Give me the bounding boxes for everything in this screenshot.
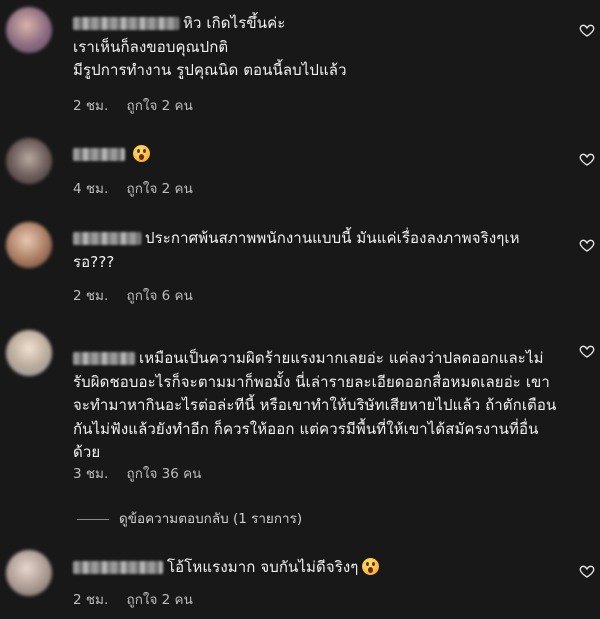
username-blurred[interactable] <box>73 352 135 365</box>
reply-divider <box>77 518 109 520</box>
username-blurred[interactable] <box>73 17 179 30</box>
like-count[interactable]: ถูกใจ 2 คน <box>127 98 193 114</box>
username-blurred[interactable] <box>73 148 125 161</box>
comment-text: โอ้โหแรงมาก จบกันไม่ดีจริงๆ <box>73 556 560 580</box>
comment-meta: 2 ชม. ถูกใจ 6 คน <box>73 284 207 306</box>
heart-outline-icon[interactable] <box>579 151 595 167</box>
like-count[interactable]: ถูกใจ 6 คน <box>127 288 193 304</box>
heart-outline-icon[interactable] <box>579 22 595 38</box>
shocked-face-emoji-icon <box>133 145 150 162</box>
like-count[interactable]: ถูกใจ 36 คน <box>127 466 202 482</box>
comment-time[interactable]: 3 ชม. <box>73 466 108 482</box>
comment-text <box>73 143 560 167</box>
comment-text: ประกาศพ้นสภาพพนักงานแบบนี้ มันแค่เรื่องล… <box>73 229 520 271</box>
comment-meta: 2 ชม. ถูกใจ 2 คน <box>73 588 207 610</box>
comment-meta: 3 ชม. ถูกใจ 36 คน <box>73 462 215 484</box>
comment-time[interactable]: 2 ชม. <box>73 288 108 304</box>
comment-text: หิว เกิดไรขึ้นค่ะ เราเห็นก็ลงขอบคุณปกติ … <box>73 14 347 79</box>
avatar[interactable] <box>6 550 52 596</box>
comment-text: เหมือนเป็นความผิดร้ายแรงมากเลยอ่ะ แค่ลงว… <box>73 349 557 461</box>
username-blurred[interactable] <box>73 561 163 574</box>
shocked-face-emoji-icon <box>362 558 380 575</box>
avatar[interactable] <box>6 222 52 268</box>
comment-time[interactable]: 2 ชม. <box>73 592 108 608</box>
view-replies-link[interactable]: ดูข้อความตอบกลับ (1 รายการ) <box>77 507 302 529</box>
like-count[interactable]: ถูกใจ 2 คน <box>127 592 193 608</box>
avatar[interactable] <box>6 330 52 376</box>
comment-meta: 4 ชม. ถูกใจ 2 คน <box>73 177 207 199</box>
username-blurred[interactable] <box>73 232 141 245</box>
avatar[interactable] <box>6 7 52 53</box>
comment-time[interactable]: 2 ชม. <box>73 98 108 114</box>
like-count[interactable]: ถูกใจ 2 คน <box>127 181 193 197</box>
avatar[interactable] <box>6 138 52 184</box>
comment-meta: 2 ชม. ถูกใจ 2 คน <box>73 94 207 116</box>
heart-outline-icon[interactable] <box>579 343 595 359</box>
heart-outline-icon[interactable] <box>579 563 595 579</box>
heart-outline-icon[interactable] <box>579 237 595 253</box>
comment-time[interactable]: 4 ชม. <box>73 181 108 197</box>
